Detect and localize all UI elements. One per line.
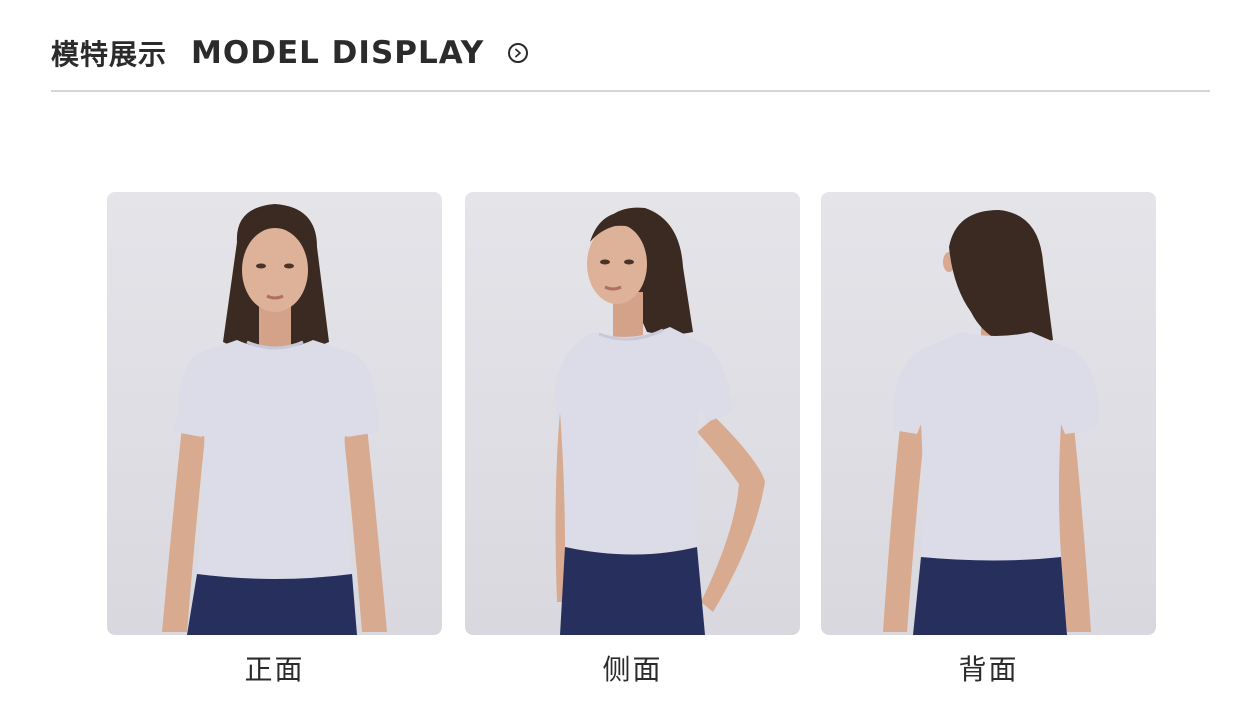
caption-back: 背面 — [958, 653, 1019, 686]
model-photo-back[interactable] — [821, 192, 1156, 635]
caption-front: 正面 — [244, 653, 305, 686]
header-divider — [51, 90, 1210, 92]
section-title-en: MODEL DISPLAY — [191, 35, 485, 71]
model-photo-front[interactable] — [107, 192, 442, 635]
model-photo-side[interactable] — [465, 192, 800, 635]
caption-side: 侧面 — [602, 653, 663, 686]
section-title-cn: 模特展示 — [51, 38, 168, 71]
circle-chevron-right-icon[interactable] — [508, 43, 529, 63]
section-header: 模特展示 MODEL DISPLAY — [51, 31, 529, 75]
